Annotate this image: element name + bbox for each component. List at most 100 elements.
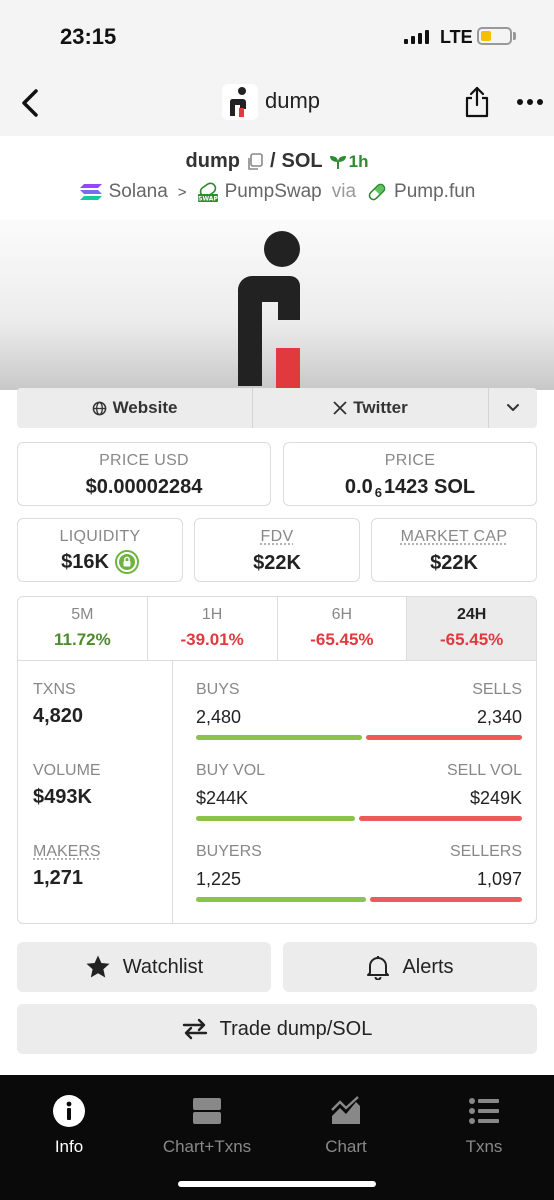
tab-6h-change: -65.45% (310, 630, 374, 649)
buyers-value: 1,225 (196, 869, 242, 889)
pair-age: 1h (329, 152, 368, 172)
battery-icon (477, 27, 512, 45)
volume-split-row: BUY VOL SELL VOL $244K $249K (196, 762, 522, 822)
route-breadcrumb: Solana > SWAP PumpSwap via Pump.fun (0, 181, 554, 203)
tab-chart-label: Chart (325, 1137, 367, 1156)
tab-txns-label: Txns (465, 1137, 503, 1156)
txns-value: 4,820 (33, 705, 84, 727)
tab-24h-label: 24H (456, 606, 487, 623)
buy-vol-label: BUY VOL (196, 762, 266, 779)
sells-label: SELLS (472, 681, 522, 698)
market-cap-value: $22K (430, 552, 478, 574)
sell-vol-value: $249K (469, 788, 522, 808)
price-native-label: PRICE (384, 452, 436, 469)
alerts-label: Alerts (402, 955, 454, 978)
chevron-down-icon (507, 404, 519, 411)
share-icon[interactable] (462, 84, 492, 118)
list-icon (469, 1098, 499, 1124)
buyers-bar (196, 897, 366, 902)
liquidity-value: $16K (61, 550, 109, 573)
back-arrow-icon[interactable] (16, 86, 46, 120)
more-links-button[interactable] (489, 388, 537, 428)
token-logo-icon (222, 84, 258, 120)
price-native-prefix: 0.0 (344, 476, 373, 498)
more-options-icon[interactable] (516, 98, 544, 106)
launchpad-link[interactable]: Pump.fun (394, 181, 475, 203)
buys-sells-bar (196, 735, 522, 740)
via-label: via (331, 181, 357, 202)
quote-token: SOL (281, 150, 323, 172)
tab-5m[interactable]: 5M 11.72% (18, 597, 148, 660)
chain-link[interactable]: Solana (109, 181, 168, 203)
pumpswap-icon: SWAP (197, 182, 218, 203)
chart-txns-icon (193, 1098, 221, 1124)
watchlist-label: Watchlist (122, 955, 204, 978)
fdv-label[interactable]: FDV (195, 528, 359, 546)
tab-txns[interactable]: Txns (415, 1093, 553, 1157)
market-cap-label[interactable]: MARKET CAP (372, 528, 536, 546)
svg-text:SWAP: SWAP (198, 196, 218, 203)
token-banner (0, 220, 554, 390)
website-button[interactable]: Website (17, 388, 253, 428)
home-indicator (178, 1181, 376, 1187)
volume-stat: VOLUME $493K (33, 762, 101, 809)
star-icon (86, 955, 110, 978)
tab-24h[interactable]: 24H -65.45% (407, 597, 536, 660)
breadcrumb-chevron: > (177, 183, 187, 201)
sell-bar (366, 735, 522, 740)
sellers-label: SELLERS (449, 843, 522, 860)
signal-icon (404, 30, 429, 44)
trade-button[interactable]: Trade dump/SOL (17, 1004, 537, 1054)
tab-chart-txns[interactable]: Chart+Txns (138, 1093, 276, 1157)
alerts-button[interactable]: Alerts (283, 942, 537, 992)
trade-label: Trade dump/SOL (219, 1017, 373, 1040)
buy-vol-value: $244K (196, 788, 249, 808)
price-usd-card: PRICE USD $0.00002284 (17, 442, 271, 506)
tab-chart[interactable]: Chart (277, 1093, 415, 1157)
price-native-suffix: 1423 SOL (383, 476, 476, 498)
buys-label: BUYS (196, 681, 240, 698)
buy-vol-bar (196, 816, 355, 821)
watchlist-button[interactable]: Watchlist (17, 942, 271, 992)
copy-icon[interactable] (246, 152, 264, 171)
buyers-sellers-bar (196, 897, 522, 902)
tab-info[interactable]: Info (0, 1093, 138, 1157)
stats-panel: 5M 11.72% 1H -39.01% 6H -65.45% 24H -65.… (17, 596, 537, 924)
price-native-zeros: 6 (374, 485, 382, 500)
twitter-label: Twitter (353, 398, 408, 417)
battery-tip (513, 32, 516, 40)
bell-icon (367, 956, 390, 980)
sell-vol-bar (359, 816, 522, 821)
buyers-label: BUYERS (196, 843, 262, 860)
volume-label: VOLUME (33, 762, 101, 779)
tab-5m-change: 11.72% (54, 630, 111, 649)
liquidity-value-row: $16K (18, 550, 182, 574)
tab-1h-change: -39.01% (180, 630, 244, 649)
tab-1h-label: 1H (201, 606, 223, 623)
price-native-card: PRICE 0.0 6 1423 SOL (283, 442, 537, 506)
txns-label: TXNS (33, 681, 76, 698)
volume-split-bar (196, 816, 522, 821)
liquidity-card: LIQUIDITY $16K (17, 518, 183, 582)
page-title: dump (265, 88, 321, 113)
fdv-card: FDV $22K (194, 518, 360, 582)
tab-6h-label: 6H (331, 606, 353, 623)
status-time: 23:15 (60, 24, 117, 49)
buys-sells-row: BUYS SELLS 2,480 2,340 (196, 681, 522, 741)
timeframe-tabs: 5M 11.72% 1H -39.01% 6H -65.45% 24H -65.… (18, 597, 536, 661)
price-usd-value: $0.00002284 (85, 476, 203, 498)
tab-info-label: Info (54, 1137, 84, 1156)
lock-icon[interactable] (114, 550, 139, 574)
txn-summary: TXNS 4,820 VOLUME $493K MAKERS 1,271 (18, 661, 173, 923)
makers-label[interactable]: MAKERS (33, 843, 101, 861)
x-logo-icon (333, 401, 347, 415)
tab-1h[interactable]: 1H -39.01% (148, 597, 278, 660)
twitter-button[interactable]: Twitter (253, 388, 489, 428)
market-cap-card: MARKET CAP $22K (371, 518, 537, 582)
sell-vol-label: SELL VOL (446, 762, 522, 779)
price-usd-label: PRICE USD (99, 452, 189, 469)
fdv-value: $22K (253, 552, 301, 574)
dex-link[interactable]: PumpSwap (225, 181, 322, 203)
buy-bar (196, 735, 362, 740)
tab-6h[interactable]: 6H -65.45% (278, 597, 408, 660)
